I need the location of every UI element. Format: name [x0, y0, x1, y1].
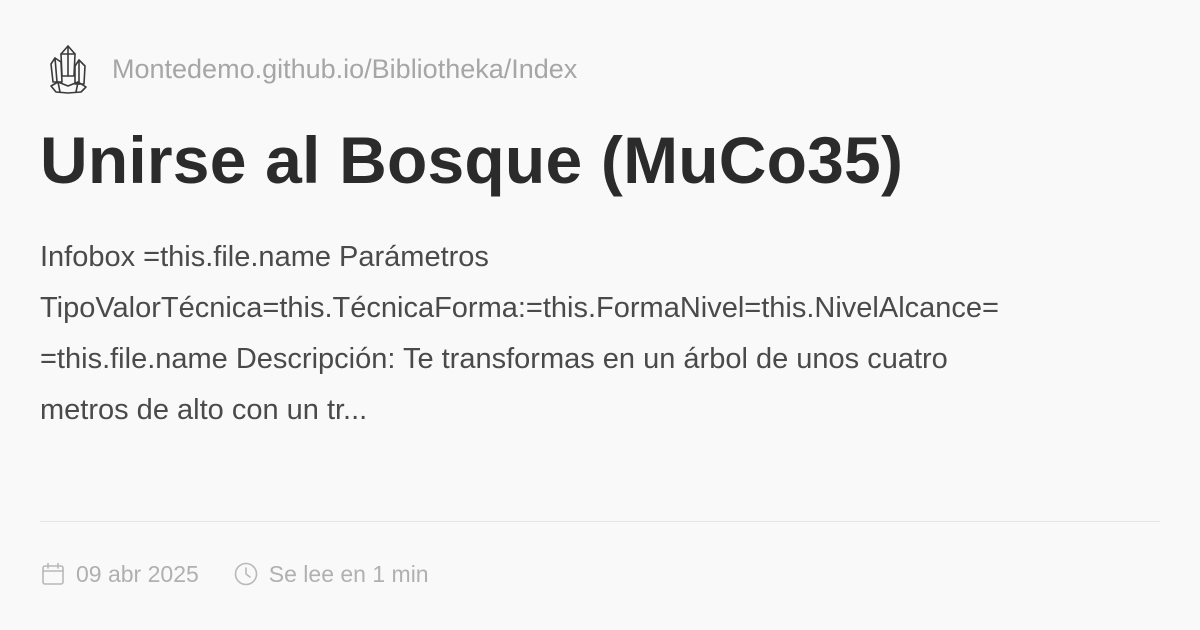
- publish-date-text: 09 abr 2025: [76, 560, 199, 587]
- reading-time: Se lee en 1 min: [233, 561, 429, 588]
- publish-date: 09 abr 2025: [40, 561, 199, 588]
- clock-icon: [233, 561, 259, 587]
- page-title: Unirse al Bosque (MuCo35): [40, 123, 904, 197]
- site-url-link[interactable]: Montedemo.github.io/Bibliotheka/Index: [112, 55, 577, 83]
- description-line: metros de alto con un tr...: [40, 394, 368, 426]
- crystal-logo-icon[interactable]: [48, 42, 88, 96]
- description-line: Infobox =this.file.name Parámetros: [40, 241, 489, 273]
- site-header: Montedemo.github.io/Bibliotheka/Index: [48, 40, 577, 98]
- description-line: TipoValorTécnica=this.TécnicaForma:=this…: [40, 292, 999, 324]
- footer-divider: [40, 521, 1160, 522]
- calendar-icon: [40, 561, 66, 587]
- page-description: Infobox =this.file.name Parámetros TipoV…: [40, 232, 1160, 438]
- description-line: =this.file.name Descripción: Te transfor…: [40, 343, 948, 375]
- page-meta: 09 abr 2025 Se lee en 1 min: [40, 556, 429, 592]
- reading-time-text: Se lee en 1 min: [268, 560, 429, 587]
